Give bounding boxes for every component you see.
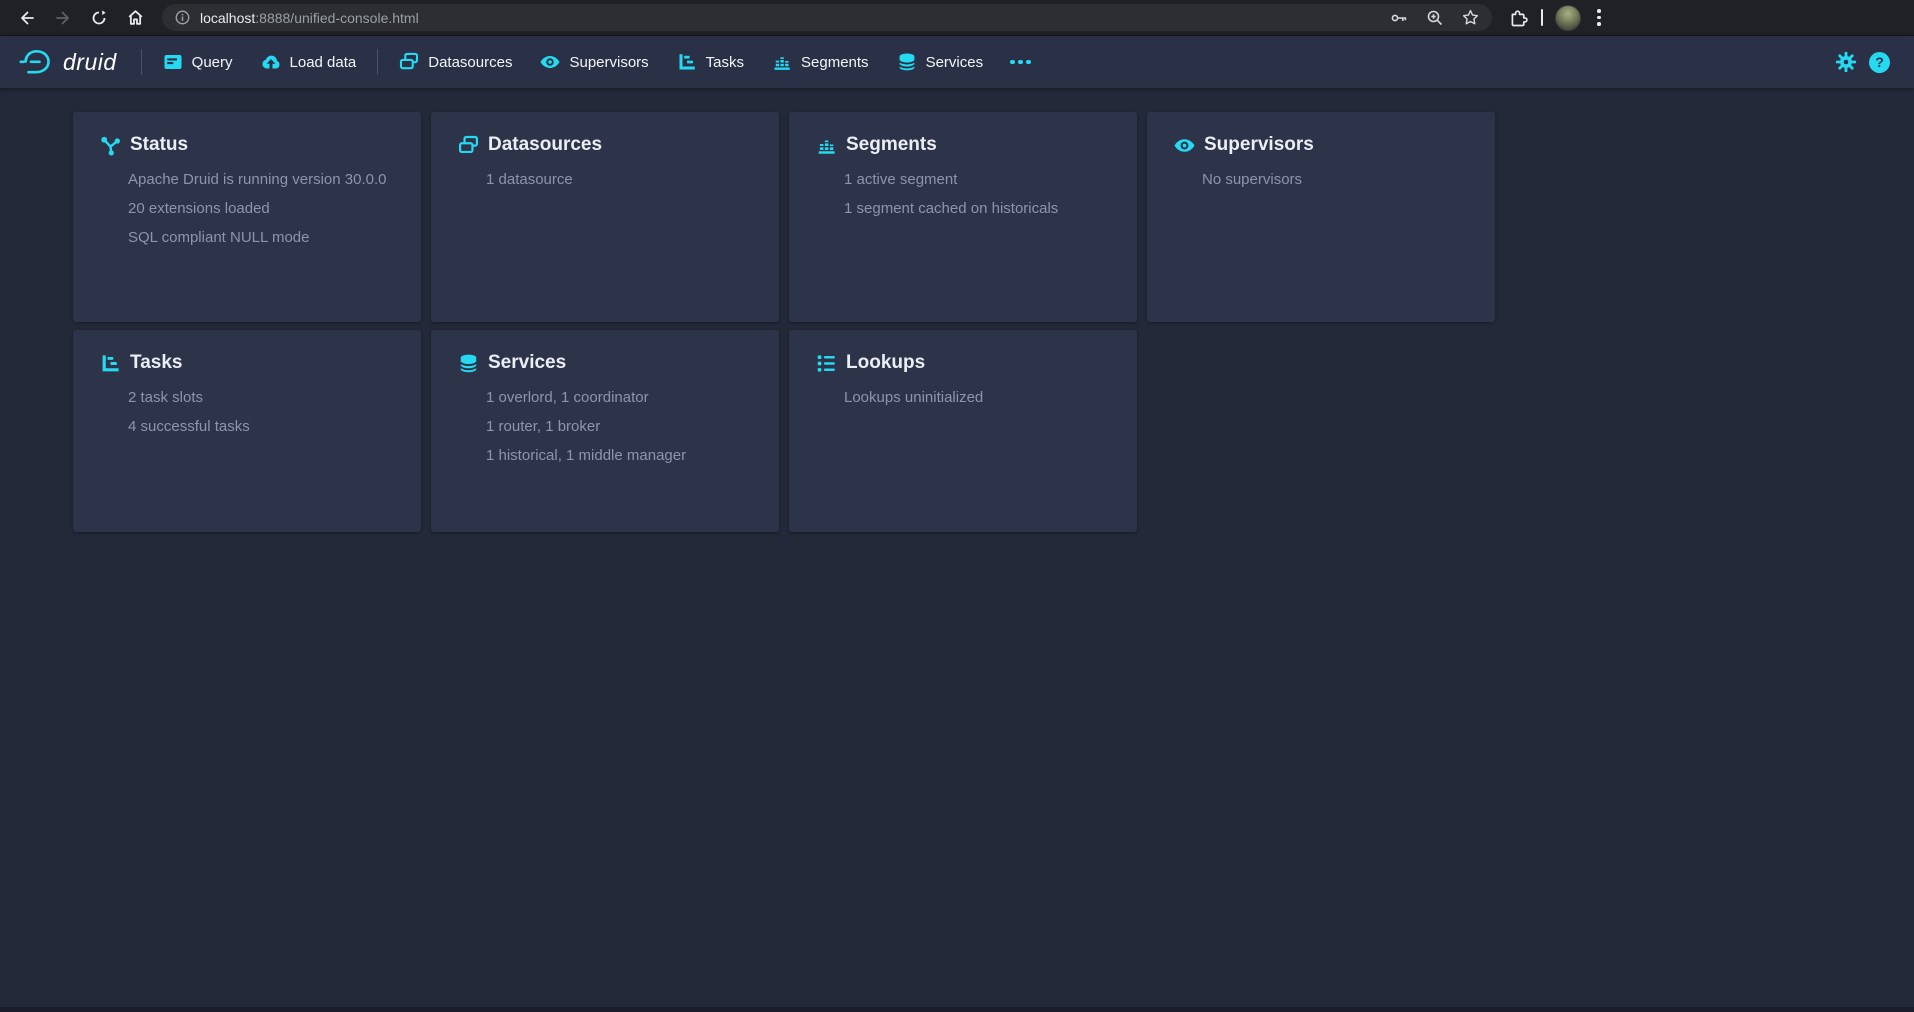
card-line: Apache Druid is running version 30.0.0	[128, 172, 401, 188]
address-bar[interactable]: localhost:8888/unified-console.html	[162, 4, 1492, 31]
home-icon	[126, 8, 145, 27]
nav-item-datasources[interactable]: Datasources	[388, 45, 523, 79]
browser-menu-button[interactable]	[1593, 5, 1605, 30]
card-line: No supervisors	[1202, 172, 1475, 188]
tasks-card[interactable]: Tasks 2 task slots 4 successful tasks	[73, 330, 421, 532]
navbar-separator	[377, 49, 378, 75]
nav-item-label: Segments	[801, 54, 869, 71]
nav-item-label: Datasources	[428, 54, 512, 71]
nav-item-label: Services	[926, 54, 984, 71]
status-card[interactable]: Status Apache Druid is running version 3…	[73, 112, 421, 322]
nav-item-query[interactable]: Query	[152, 45, 244, 79]
toolbar-divider	[1541, 9, 1543, 26]
card-line: 1 datasource	[486, 172, 759, 188]
card-line: 4 successful tasks	[128, 419, 401, 435]
card-line: 1 segment cached on historicals	[844, 201, 1117, 217]
database-icon	[897, 52, 917, 72]
url-path: :8888/unified-console.html	[255, 10, 418, 26]
card-title: Datasources	[488, 134, 602, 156]
stacked-chart-icon	[772, 52, 792, 72]
multi-select-icon	[399, 52, 419, 72]
nav-item-supervisors[interactable]: Supervisors	[529, 45, 659, 79]
application-icon	[163, 52, 183, 72]
navbar-separator	[141, 49, 142, 75]
home-view: Status Apache Druid is running version 3…	[0, 88, 1914, 532]
services-card[interactable]: Services 1 overlord, 1 coordinator 1 rou…	[431, 330, 779, 532]
reload-icon	[90, 9, 108, 27]
back-icon	[18, 9, 36, 27]
druid-navbar: druid Query Load data Datasources Superv…	[0, 36, 1914, 88]
window-edge	[0, 1007, 1914, 1012]
lookups-card[interactable]: Lookups Lookups uninitialized	[789, 330, 1137, 532]
password-key-icon[interactable]	[1389, 8, 1409, 28]
graph-icon	[100, 135, 121, 156]
nav-item-label: Tasks	[706, 54, 744, 71]
card-line: 20 extensions loaded	[128, 201, 401, 217]
card-line: 1 overlord, 1 coordinator	[486, 390, 759, 406]
help-icon: ?	[1869, 52, 1890, 73]
stacked-chart-icon	[816, 135, 837, 156]
card-title: Supervisors	[1204, 134, 1314, 156]
cloud-upload-icon	[261, 52, 281, 72]
segments-card[interactable]: Segments 1 active segment 1 segment cach…	[789, 112, 1137, 322]
card-line: 1 active segment	[844, 172, 1117, 188]
card-title: Lookups	[846, 352, 925, 374]
nav-item-label: Load data	[290, 54, 357, 71]
card-title: Tasks	[130, 352, 182, 374]
extensions-icon[interactable]	[1508, 7, 1529, 28]
url-text: localhost:8888/unified-console.html	[200, 10, 1380, 26]
brand-name: druid	[63, 49, 117, 76]
page-info-icon[interactable]	[174, 9, 191, 26]
nav-item-segments[interactable]: Segments	[761, 45, 880, 79]
eye-icon	[1174, 135, 1195, 156]
card-title: Services	[488, 352, 566, 374]
reload-button[interactable]	[84, 3, 114, 33]
nav-item-tasks[interactable]: Tasks	[666, 45, 755, 79]
help-button[interactable]: ?	[1863, 46, 1896, 79]
forward-icon	[54, 9, 72, 27]
forward-button[interactable]	[48, 3, 78, 33]
supervisors-card[interactable]: Supervisors No supervisors	[1147, 112, 1495, 322]
eye-icon	[540, 52, 560, 72]
gantt-chart-icon	[100, 353, 121, 374]
nav-item-load-data[interactable]: Load data	[250, 45, 368, 79]
browser-toolbar: localhost:8888/unified-console.html	[0, 0, 1914, 36]
card-title: Status	[130, 134, 188, 156]
profile-avatar[interactable]	[1555, 5, 1581, 31]
card-line: Lookups uninitialized	[844, 390, 1117, 406]
card-line: 1 historical, 1 middle manager	[486, 448, 759, 464]
more-menu-button[interactable]	[1000, 52, 1041, 73]
gear-icon	[1835, 51, 1857, 73]
druid-logo[interactable]: druid	[18, 47, 117, 77]
zoom-icon[interactable]	[1425, 8, 1445, 28]
druid-logo-icon	[18, 47, 54, 77]
card-line: 1 router, 1 broker	[486, 419, 759, 435]
database-icon	[458, 353, 479, 374]
url-host: localhost	[200, 10, 255, 26]
nav-item-label: Query	[192, 54, 233, 71]
card-line: 2 task slots	[128, 390, 401, 406]
nav-item-label: Supervisors	[569, 54, 648, 71]
gantt-chart-icon	[677, 52, 697, 72]
multi-select-icon	[458, 135, 479, 156]
back-button[interactable]	[12, 3, 42, 33]
properties-icon	[816, 353, 837, 374]
settings-button[interactable]	[1829, 45, 1863, 79]
bookmark-star-icon[interactable]	[1461, 8, 1480, 27]
card-title: Segments	[846, 134, 937, 156]
card-line: SQL compliant NULL mode	[128, 230, 401, 246]
nav-item-services[interactable]: Services	[886, 45, 995, 79]
datasources-card[interactable]: Datasources 1 datasource	[431, 112, 779, 322]
home-button[interactable]	[120, 3, 150, 33]
